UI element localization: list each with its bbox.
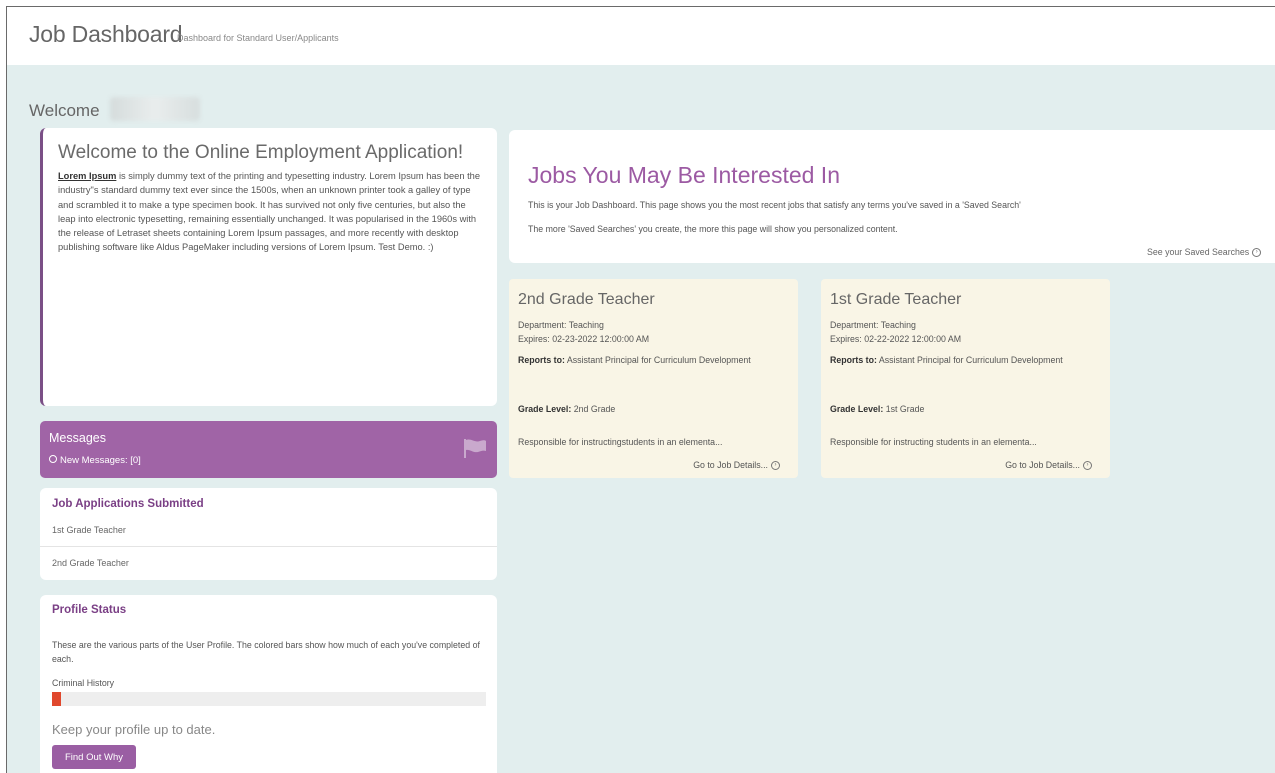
messages-title: Messages [49,431,106,445]
reports-to-label: Reports to: [518,355,565,365]
profile-reminder: Keep your profile up to date. [52,722,216,737]
interest-hint: The more 'Saved Searches' you create, th… [528,224,898,234]
grade-level-label: Grade Level: [518,404,572,414]
user-name-redacted [110,97,200,121]
reports-to-value: Assistant Principal for Curriculum Devel… [564,355,751,365]
circle-arrow-icon: › [1083,461,1092,471]
job-reports-to: Reports to: Assistant Principal for Curr… [830,354,1100,368]
saved-searches-label: See your Saved Searches [1147,247,1250,257]
job-expires: Expires: 02-22-2022 12:00:00 AM [830,334,962,344]
grade-level-label: Grade Level: [830,404,884,414]
interest-card: Jobs You May Be Interested In This is yo… [509,130,1275,263]
job-details-label: Go to Job Details... [693,460,768,470]
welcome-heading: Welcome [29,101,100,120]
job-title: 1st Grade Teacher [830,291,962,308]
job-summary: Responsible for instructing students in … [830,437,1037,447]
job-title: 2nd Grade Teacher [518,291,655,308]
reports-to-value: Assistant Principal for Curriculum Devel… [876,355,1063,365]
job-expires: Expires: 02-23-2022 12:00:00 AM [518,334,650,344]
circle-arrow-icon: › [1252,248,1262,258]
intro-lead-link[interactable]: Lorem Ipsum [58,171,116,181]
divider [40,546,497,547]
job-details-label: Go to Job Details... [1005,460,1080,470]
grade-level-value: 1st Grade [883,404,925,414]
job-summary: Responsible for instructingstudents in a… [518,437,723,447]
flag-icon [464,439,486,458]
job-card: 2nd Grade Teacher Department: Teaching E… [509,279,798,478]
intro-card: Welcome to the Online Employment Applica… [40,128,497,406]
find-out-why-button[interactable]: Find Out Why [52,745,136,769]
job-department: Department: Teaching [830,320,916,330]
intro-title: Welcome to the Online Employment Applica… [58,142,464,163]
profile-description: These are the various parts of the User … [52,640,480,664]
circle-arrow-icon: › [771,461,780,471]
app-frame: Job Dashboard Dashboard for Standard Use… [6,6,1275,773]
criminal-history-progress [52,692,486,706]
criminal-history-progress-fill [52,692,61,706]
intro-body: Lorem Ipsum is simply dummy text of the … [58,169,483,255]
applications-title: Job Applications Submitted [52,498,204,510]
profile-status-title: Profile Status [52,604,127,616]
job-department: Department: Teaching [518,320,604,330]
interest-description: This is your Job Dashboard. This page sh… [528,200,1021,210]
reports-to-label: Reports to: [830,355,877,365]
job-details-link[interactable]: Go to Job Details... › [693,460,780,471]
new-messages-count[interactable]: New Messages: [0] [49,455,141,466]
messages-panel[interactable]: Messages New Messages: [0] [40,421,497,478]
job-grade-level: Grade Level: 2nd Grade [518,403,788,417]
application-item[interactable]: 1st Grade Teacher [52,525,126,535]
page-subtitle: Dashboard for Standard User/Applicants [177,33,339,43]
criminal-history-label: Criminal History [52,678,115,688]
job-card: 1st Grade Teacher Department: Teaching E… [821,279,1110,478]
job-details-link[interactable]: Go to Job Details... › [1005,460,1092,471]
saved-searches-link[interactable]: See your Saved Searches › [1147,247,1262,258]
interest-title: Jobs You May Be Interested In [528,162,840,188]
profile-status-card: Profile Status These are the various par… [40,595,497,773]
job-reports-to: Reports to: Assistant Principal for Curr… [518,354,788,368]
clock-icon [49,455,57,464]
application-item[interactable]: 2nd Grade Teacher [52,558,129,568]
page-title: Job Dashboard [29,21,183,47]
grade-level-value: 2nd Grade [571,404,616,414]
job-grade-level: Grade Level: 1st Grade [830,403,1100,417]
new-messages-label: New Messages: [0] [60,455,141,466]
applications-card: Job Applications Submitted 1st Grade Tea… [40,488,497,580]
intro-body-text: is simply dummy text of the printing and… [58,171,480,253]
top-bar: Job Dashboard Dashboard for Standard Use… [7,7,1275,65]
